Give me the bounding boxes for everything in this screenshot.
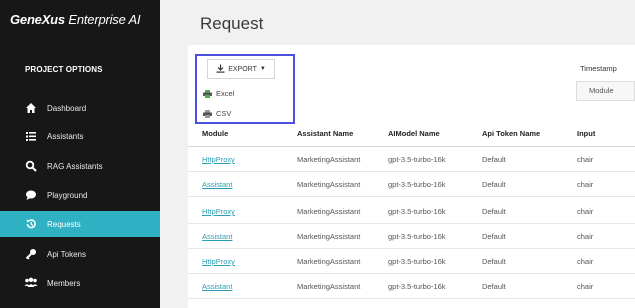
table-row[interactable]: Assistant MarketingAssistant gpt-3.5-tur… (188, 275, 635, 299)
export-option-label: Excel (216, 89, 235, 98)
sidebar: GeneXus Enterprise AI PROJECT OPTIONS Da… (0, 0, 160, 308)
sidebar-item-playground[interactable]: Playground (0, 182, 160, 208)
table-row[interactable]: HttpProxy MarketingAssistant gpt-3.5-tur… (188, 148, 635, 172)
sidebar-item-members[interactable]: Members (0, 270, 160, 296)
sidebar-item-rag-assistants[interactable]: RAG Assistants (0, 153, 160, 179)
sidebar-item-label: Api Tokens (47, 249, 86, 259)
table-row[interactable]: HttpProxy MarketingAssistant gpt-3.5-tur… (188, 250, 635, 274)
sidebar-item-api-tokens[interactable]: Api Tokens (0, 241, 160, 267)
page-title: Request (200, 14, 264, 33)
printer-icon (203, 89, 212, 98)
sidebar-item-assistants[interactable]: Assistants (0, 123, 160, 149)
export-option-excel[interactable]: Excel (203, 89, 234, 98)
search-icon (24, 159, 38, 173)
input-cell: chair (577, 282, 594, 291)
input-cell: chair (577, 257, 594, 266)
assistant-name-cell: MarketingAssistant (297, 232, 361, 241)
api-token-name-cell: Default (482, 257, 506, 266)
sidebar-item-label: Playground (47, 190, 88, 200)
column-header-assistant-name[interactable]: Assistant Name (297, 129, 353, 138)
export-dropdown: EXPORT ▼ Excel CSV (195, 54, 295, 124)
aimodel-name-cell: gpt-3.5-turbo-16k (388, 282, 446, 291)
assistant-name-cell: MarketingAssistant (297, 257, 361, 266)
table-header-divider (188, 146, 635, 147)
api-token-name-cell: Default (482, 282, 506, 291)
assistant-name-cell: MarketingAssistant (297, 180, 361, 189)
export-option-label: CSV (216, 109, 232, 118)
history-icon (24, 217, 38, 231)
sidebar-item-label: RAG Assistants (47, 161, 103, 171)
assistant-name-cell: MarketingAssistant (297, 207, 361, 216)
module-link[interactable]: HttpProxy (202, 155, 235, 164)
module-link[interactable]: Assistant (202, 180, 232, 189)
module-link[interactable]: HttpProxy (202, 207, 235, 216)
download-icon (216, 64, 225, 75)
printer-icon (203, 109, 212, 118)
aimodel-name-cell: gpt-3.5-turbo-16k (388, 155, 446, 164)
api-token-name-cell: Default (482, 232, 506, 241)
input-cell: chair (577, 207, 594, 216)
users-icon (24, 276, 38, 290)
chat-bubble-icon (24, 188, 38, 202)
api-token-name-cell: Default (482, 207, 506, 216)
api-token-name-cell: Default (482, 180, 506, 189)
timestamp-select[interactable]: Module (576, 81, 635, 101)
section-title: PROJECT OPTIONS (25, 65, 103, 74)
list-icon (24, 129, 38, 143)
column-header-module[interactable]: Module (202, 129, 228, 138)
column-header-aimodel-name[interactable]: AIModel Name (388, 129, 440, 138)
timestamp-label: Timestamp (580, 64, 617, 73)
table-row[interactable]: Assistant MarketingAssistant gpt-3.5-tur… (188, 173, 635, 197)
column-header-api-token-name[interactable]: Api Token Name (482, 129, 540, 138)
column-header-input[interactable]: Input (577, 129, 595, 138)
table-row[interactable]: Assistant MarketingAssistant gpt-3.5-tur… (188, 225, 635, 249)
input-cell: chair (577, 232, 594, 241)
sidebar-item-label: Assistants (47, 131, 84, 141)
aimodel-name-cell: gpt-3.5-turbo-16k (388, 232, 446, 241)
sidebar-item-label: Requests (47, 219, 81, 229)
app-logo[interactable]: GeneXus Enterprise AI (10, 12, 141, 27)
api-token-name-cell: Default (482, 155, 506, 164)
caret-down-icon: ▼ (259, 66, 266, 72)
logo-product: Enterprise AI (64, 12, 141, 27)
aimodel-name-cell: gpt-3.5-turbo-16k (388, 180, 446, 189)
logo-brand: GeneXus (10, 12, 65, 27)
export-button-label: EXPORT (228, 65, 257, 73)
sidebar-item-label: Dashboard (47, 103, 87, 113)
assistant-name-cell: MarketingAssistant (297, 155, 361, 164)
assistant-name-cell: MarketingAssistant (297, 282, 361, 291)
key-icon (24, 247, 38, 261)
input-cell: chair (577, 155, 594, 164)
export-button[interactable]: EXPORT ▼ (207, 59, 275, 79)
module-link[interactable]: Assistant (202, 232, 232, 241)
table-row[interactable]: HttpProxy MarketingAssistant gpt-3.5-tur… (188, 200, 635, 224)
aimodel-name-cell: gpt-3.5-turbo-16k (388, 257, 446, 266)
sidebar-item-requests[interactable]: Requests (0, 211, 160, 237)
input-cell: chair (577, 180, 594, 189)
home-icon (24, 101, 38, 115)
sidebar-item-dashboard[interactable]: Dashboard (0, 95, 160, 121)
sidebar-item-label: Members (47, 278, 81, 288)
module-link[interactable]: HttpProxy (202, 257, 235, 266)
export-option-csv[interactable]: CSV (203, 109, 231, 118)
aimodel-name-cell: gpt-3.5-turbo-16k (388, 207, 446, 216)
module-link[interactable]: Assistant (202, 282, 232, 291)
